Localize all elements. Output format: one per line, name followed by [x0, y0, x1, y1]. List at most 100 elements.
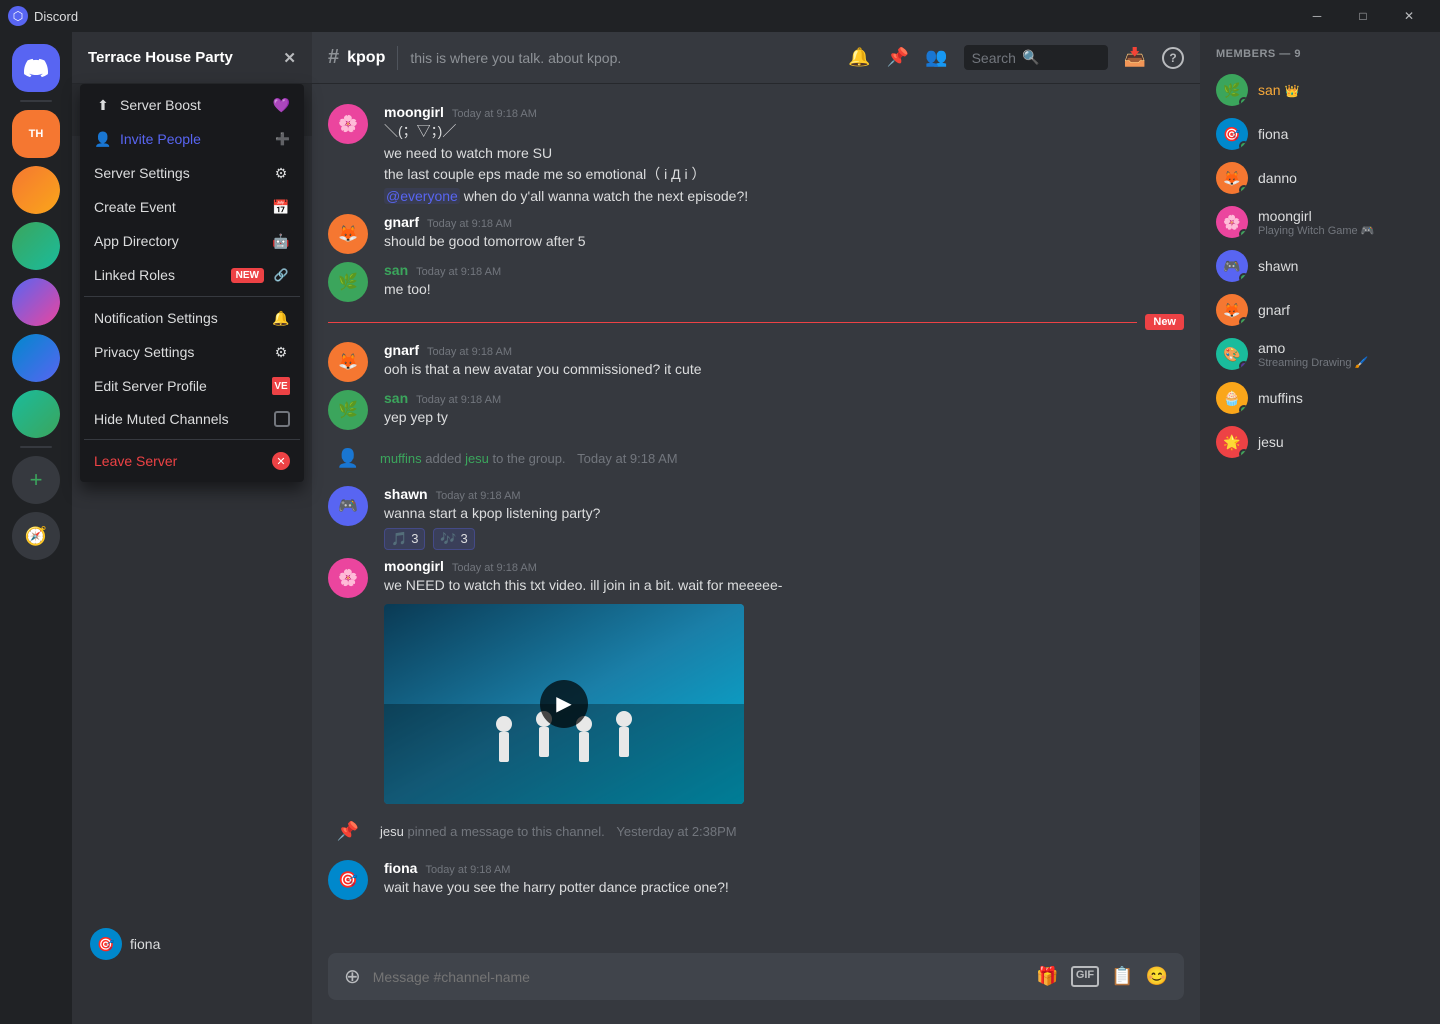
list-item[interactable]: 🧁 muffins [1208, 376, 1432, 420]
list-item[interactable]: 🎮 shawn [1208, 244, 1432, 288]
server-settings-label: Server Settings [94, 165, 264, 181]
message-timestamp: Today at 9:18 AM [427, 346, 512, 358]
member-name: shawn [1258, 258, 1298, 274]
dropdown-item-hide-muted[interactable]: Hide Muted Channels [84, 403, 300, 435]
dropdown-divider [84, 296, 300, 297]
fiona-dm-item[interactable]: 🎯 fiona [80, 920, 304, 968]
system-added-text: added [425, 451, 465, 466]
avatar: 🦊 [328, 342, 368, 382]
fiona-dm-area: 🎯 fiona [72, 916, 312, 972]
message-timestamp: Today at 9:18 AM [425, 864, 510, 876]
add-server-button[interactable]: + [12, 456, 60, 504]
link-icon: 🔗 [272, 266, 290, 284]
server-icon-2[interactable] [12, 166, 60, 214]
dropdown-item-linked-roles[interactable]: Linked Roles NEW 🔗 [84, 258, 300, 292]
list-item[interactable]: 🌸 moongirl Playing Witch Game 🎮 [1208, 200, 1432, 244]
gift-icon[interactable]: 🎁 [1036, 966, 1058, 987]
discord-home-icon[interactable] [12, 44, 60, 92]
avatar: 🎮 [328, 486, 368, 526]
members-header: MEMBERS — 9 [1208, 48, 1432, 60]
notification-icon: 🔔 [272, 309, 290, 327]
message-input-field[interactable] [373, 969, 1025, 985]
inbox-icon[interactable]: 📥 [1124, 47, 1146, 68]
message-header: san Today at 9:18 AM [384, 262, 1184, 278]
message-text: ooh is that a new avatar you commissione… [384, 360, 1184, 380]
dropdown-item-server-settings[interactable]: Server Settings ⚙ [84, 156, 300, 190]
gif-button[interactable]: GIF [1071, 966, 1099, 987]
server-header[interactable]: Terrace House Party ✕ [72, 32, 312, 84]
member-name: san [1258, 82, 1281, 98]
avatar: 🌿 [328, 262, 368, 302]
dropdown-item-notification-settings[interactable]: Notification Settings 🔔 [84, 301, 300, 335]
message-header: moongirl Today at 9:18 AM [384, 104, 1184, 120]
reaction-button[interactable]: 🎵 3 [384, 528, 425, 550]
maximize-button[interactable]: □ [1340, 0, 1386, 32]
message-input-area: ⊕ 🎁 GIF 📋 😊 [312, 953, 1200, 1024]
message-author: san [384, 390, 408, 406]
list-item[interactable]: 🌟 jesu [1208, 420, 1432, 464]
video-embed[interactable]: ▶ [384, 604, 744, 804]
fiona-avatar: 🎯 [90, 928, 122, 960]
message-content: moongirl Today at 9:18 AM we NEED to wat… [384, 558, 1184, 804]
message-text: should be good tomorrow after 5 [384, 232, 1184, 252]
bell-icon[interactable]: 🔔 [848, 47, 870, 68]
member-info: muffins [1258, 390, 1303, 406]
avatar: 🦊 [328, 214, 368, 254]
status-dot [1239, 405, 1248, 414]
members-sidebar: MEMBERS — 9 🌿 san 👑 🎯 fi [1200, 32, 1440, 1024]
member-name: danno [1258, 170, 1297, 186]
list-item[interactable]: 🌿 san 👑 [1208, 68, 1432, 112]
new-badge: New [1145, 314, 1184, 330]
dropdown-item-invite-people[interactable]: 👤 Invite People ➕ [84, 122, 300, 156]
server-icon-4[interactable] [12, 278, 60, 326]
message-text: ＼(；▽；)／ [384, 122, 1184, 142]
system-message: 👤 muffins added jesu to the group. Today… [312, 434, 1200, 482]
reaction-button[interactable]: 🎶 3 [433, 528, 474, 550]
messages-area[interactable]: 🌸 moongirl Today at 9:18 AM ＼(；▽；)／ we n… [312, 84, 1200, 953]
dropdown-item-create-event[interactable]: Create Event 📅 [84, 190, 300, 224]
status-dot [1239, 185, 1248, 194]
message-timestamp: Today at 9:18 AM [452, 108, 537, 120]
minimize-button[interactable]: ─ [1294, 0, 1340, 32]
system-message: 📌 jesu pinned a message to this channel.… [312, 808, 1200, 856]
message-text: @everyone when do y'all wanna watch the … [384, 187, 1184, 207]
channel-header: # kpop this is where you talk. about kpo… [312, 32, 1200, 84]
pin-icon[interactable]: 📌 [887, 47, 909, 68]
list-item[interactable]: 🦊 gnarf [1208, 288, 1432, 332]
server-icon-6[interactable] [12, 390, 60, 438]
message-text: we NEED to watch this txt video. ill joi… [384, 576, 1184, 596]
dropdown-item-privacy-settings[interactable]: Privacy Settings ⚙ [84, 335, 300, 369]
close-button[interactable]: ✕ [1386, 0, 1432, 32]
member-avatar: 🌿 [1216, 74, 1248, 106]
dropdown-item-leave-server[interactable]: Leave Server ✕ [84, 444, 300, 478]
edit-server-profile-label: Edit Server Profile [94, 378, 264, 394]
list-item[interactable]: 🦊 danno [1208, 156, 1432, 200]
event-icon: 📅 [272, 198, 290, 216]
video-play-button[interactable]: ▶ [540, 680, 588, 728]
invite-icon: 👤 [94, 130, 112, 148]
server-icon-3[interactable] [12, 222, 60, 270]
list-item[interactable]: 🎨 amo Streaming Drawing 🖌️ [1208, 332, 1432, 376]
status-dot [1239, 229, 1248, 238]
sticker-icon[interactable]: 📋 [1111, 966, 1133, 987]
reactions-area: 🎵 3 🎶 3 [384, 524, 1184, 550]
server-icon-5[interactable] [12, 334, 60, 382]
server-icon-1[interactable]: TH [12, 110, 60, 158]
list-item[interactable]: 🎯 fiona [1208, 112, 1432, 156]
message-text: we need to watch more SU [384, 144, 1184, 164]
status-dot [1239, 141, 1248, 150]
discover-button[interactable]: 🧭 [12, 512, 60, 560]
pin-system-icon: 📌 [328, 812, 368, 852]
table-row: 🌿 san Today at 9:18 AM me too! [312, 258, 1200, 306]
member-avatar: 🎮 [1216, 250, 1248, 282]
dropdown-item-app-directory[interactable]: App Directory 🤖 [84, 224, 300, 258]
help-icon[interactable]: ? [1162, 47, 1184, 69]
members-icon[interactable]: 👥 [925, 47, 947, 68]
add-attachment-button[interactable]: ⊕ [344, 964, 361, 989]
dropdown-item-server-boost[interactable]: ⬆ Server Boost 💜 [84, 88, 300, 122]
emoji-icon[interactable]: 😊 [1146, 966, 1168, 987]
search-bar[interactable]: Search 🔍 [964, 45, 1108, 70]
dropdown-item-edit-server-profile[interactable]: Edit Server Profile VE [84, 369, 300, 403]
message-author: shawn [384, 486, 428, 502]
status-dot [1239, 317, 1248, 326]
